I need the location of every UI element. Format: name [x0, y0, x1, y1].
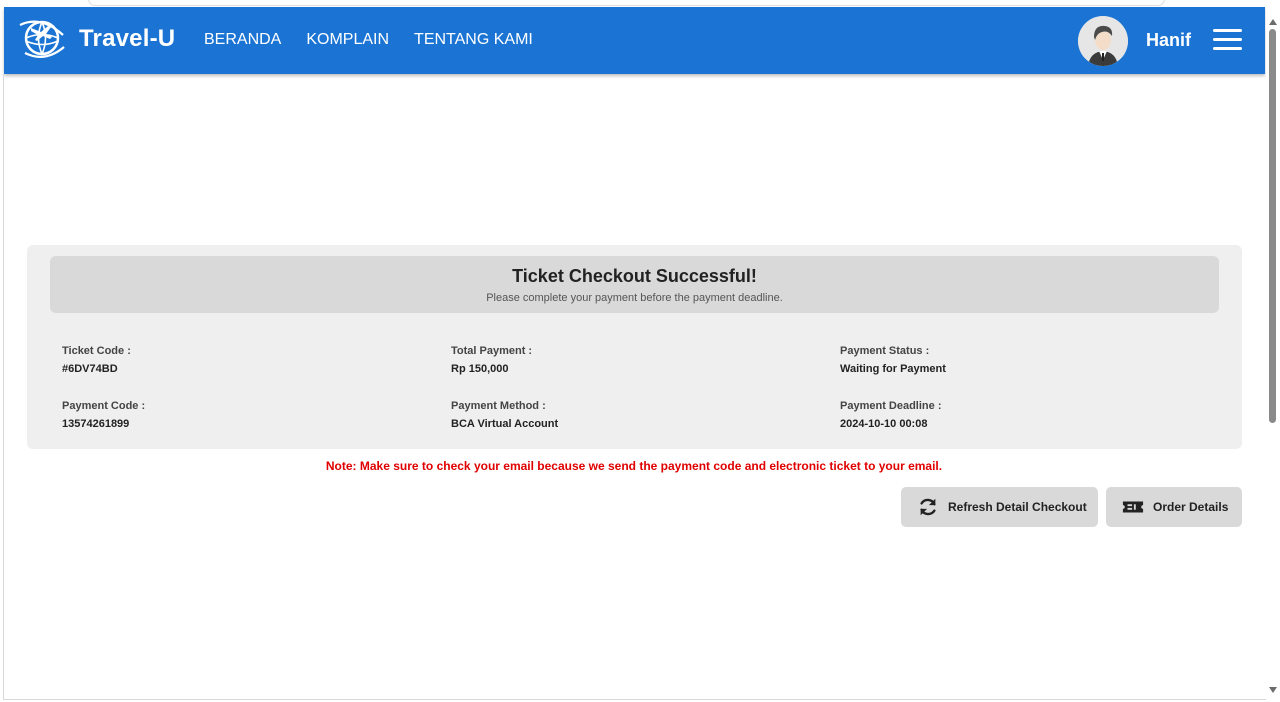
ticket-code-field: Ticket Code : #6DV74BD [62, 345, 131, 375]
payment-deadline-value: 2024-10-10 00:08 [840, 418, 928, 430]
field-label: Payment Status : [840, 345, 930, 357]
email-note: Note: Make sure to check your email beca… [325, 459, 943, 473]
payment-status-value: Waiting for Payment [840, 363, 946, 375]
scroll-up-arrow-icon[interactable] [1269, 19, 1277, 25]
payment-method-field: Payment Method : BCA Virtual Account [451, 400, 558, 430]
order-button-label: Order Details [1153, 500, 1229, 514]
payment-code-field: Payment Code : 13574261899 [62, 400, 145, 430]
browser-top-edge [0, 0, 1280, 7]
refresh-button-label: Refresh Detail Checkout [948, 500, 1087, 514]
field-label: Payment Method : [451, 400, 546, 412]
scroll-down-arrow-icon[interactable] [1269, 687, 1277, 693]
ticket-code-value: #6DV74BD [62, 363, 118, 375]
checkout-card: Ticket Checkout Successful! Please compl… [27, 245, 1242, 449]
refresh-detail-checkout-button[interactable]: Refresh Detail Checkout [901, 487, 1098, 527]
scrollbar-thumb[interactable] [1269, 29, 1276, 423]
checkout-subtitle: Please complete your payment before the … [486, 292, 783, 304]
nav-link-tentang-kami[interactable]: TENTANG KAMI [414, 31, 533, 49]
page-bottom-border [3, 699, 1266, 700]
total-payment-field: Total Payment : Rp 150,000 [451, 345, 532, 375]
address-bar-edge [88, 0, 1165, 6]
brand-name[interactable]: Travel-U [79, 25, 175, 53]
payment-method-value: BCA Virtual Account [451, 418, 559, 430]
nav-link-komplain[interactable]: KOMPLAIN [306, 31, 389, 49]
navbar: Travel-U BERANDA KOMPLAIN TENTANG KAMI H… [4, 7, 1265, 74]
nav-links: BERANDA KOMPLAIN TENTANG KAMI [204, 31, 533, 49]
order-details-button[interactable]: Order Details [1106, 487, 1242, 527]
total-payment-value: Rp 150,000 [451, 363, 509, 375]
field-label: Total Payment : [451, 345, 533, 357]
field-label: Ticket Code : [62, 345, 131, 357]
user-name[interactable]: Hanif [1146, 30, 1191, 51]
vertical-scrollbar[interactable] [1266, 7, 1280, 702]
ticket-icon [1122, 501, 1144, 513]
refresh-icon [920, 498, 936, 516]
payment-code-value: 13574261899 [62, 418, 130, 430]
nav-link-beranda[interactable]: BERANDA [204, 31, 281, 49]
field-label: Payment Code : [62, 400, 146, 412]
payment-deadline-field: Payment Deadline : 2024-10-10 00:08 [840, 400, 941, 430]
page-left-border [3, 74, 4, 700]
globe-plane-icon[interactable] [17, 13, 67, 63]
field-label: Payment Deadline : [840, 400, 942, 412]
user-avatar-icon [1078, 16, 1128, 66]
hamburger-menu-icon[interactable] [1213, 29, 1242, 51]
page: Travel-U BERANDA KOMPLAIN TENTANG KAMI H… [0, 0, 1280, 702]
checkout-header: Ticket Checkout Successful! Please compl… [50, 256, 1219, 313]
avatar[interactable] [1078, 16, 1128, 66]
checkout-title: Ticket Checkout Successful! [512, 266, 757, 286]
payment-status-field: Payment Status : Waiting for Payment [840, 345, 946, 375]
